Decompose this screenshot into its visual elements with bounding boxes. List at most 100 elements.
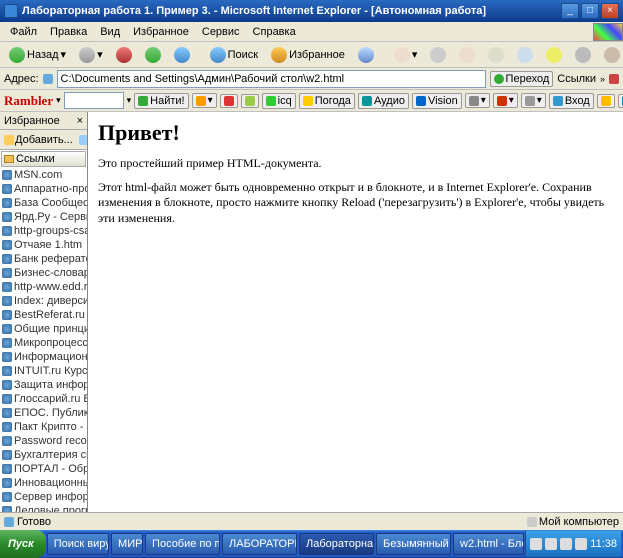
sidebar-add-button[interactable]: Добавить... (2, 133, 75, 147)
rambler-logo[interactable]: Rambler (4, 93, 53, 109)
favorite-item[interactable]: Отчаяе 1.htm (0, 238, 87, 252)
favorite-item[interactable]: Микропроцессоры (0, 336, 87, 350)
tray-clock[interactable]: 11:38 (590, 538, 617, 550)
minimize-button[interactable]: _ (561, 3, 579, 19)
rambler-btn-4[interactable]: ▾ (465, 93, 490, 108)
favorites-button[interactable]: Избранное (266, 44, 350, 66)
tray-icon[interactable] (530, 538, 542, 550)
taskbar-item[interactable]: МИР (111, 533, 143, 555)
favorite-item[interactable]: База Сообщества Чай... (0, 196, 87, 210)
favorite-label: База Сообщества Чай... (14, 197, 87, 209)
search-button[interactable]: Поиск (205, 44, 263, 66)
favorite-item[interactable]: http-www.edd.ru-asp-... (0, 280, 87, 294)
print-button[interactable] (425, 44, 451, 66)
edit-button[interactable] (454, 44, 480, 66)
stop-button[interactable] (111, 44, 137, 66)
extra-button-2[interactable] (599, 44, 623, 66)
menu-help[interactable]: Справка (247, 24, 302, 40)
menu-tools[interactable]: Сервис (196, 24, 246, 40)
window-titlebar: Лабораторная работа 1. Пример 3. - Micro… (0, 0, 623, 22)
favorite-item[interactable]: Пакт Крипто - ЗАЩИТА... (0, 420, 87, 434)
favorite-item[interactable]: Сервер информационн... (0, 490, 87, 504)
sidebar-sort-button[interactable]: Упоря (77, 133, 88, 147)
mail-button[interactable]: ▾ (389, 44, 423, 66)
rambler-btn-6[interactable]: ▾ (521, 93, 546, 108)
tray-icon[interactable] (575, 538, 587, 550)
address-input[interactable] (57, 70, 486, 88)
rambler-btn-8[interactable] (618, 94, 623, 108)
favorite-item[interactable]: Глоссарий.ru Веб-сайты (0, 392, 87, 406)
rambler-vision-button[interactable]: Vision (412, 93, 462, 109)
rambler-audio-button[interactable]: Аудио (358, 93, 409, 109)
favorite-icon (2, 212, 12, 222)
favorite-item[interactable]: BestReferat.ru - Банк р... (0, 308, 87, 322)
favorite-item[interactable]: ПОРТАЛ - Образовател... (0, 462, 87, 476)
favorite-item[interactable]: Деловые программы. Б... (0, 504, 87, 512)
tray-icon[interactable] (545, 538, 557, 550)
rambler-search-input[interactable] (64, 92, 124, 109)
favorite-item[interactable]: Ярд.Ру - Сервис бесп... (0, 210, 87, 224)
favorite-item[interactable]: Информационные сист... (0, 350, 87, 364)
rambler-toolbar: Rambler ▾ ▾ Найти! ▾ icq Погода Аудио Vi… (0, 90, 623, 112)
favorite-label: Бухгалтерия скачать... (14, 449, 87, 461)
home-button[interactable] (169, 44, 195, 66)
rambler-weather-button[interactable]: Погода (299, 93, 355, 109)
favorite-icon (2, 170, 12, 180)
favorite-item[interactable]: Бизнес-словари (0, 266, 87, 280)
addon-icon[interactable] (609, 74, 619, 84)
favorite-item[interactable]: Банк рефератов (0, 252, 87, 266)
history-button[interactable] (353, 44, 379, 66)
favorite-label: Информационные сист... (14, 351, 87, 363)
menu-view[interactable]: Вид (94, 24, 126, 40)
favorite-item[interactable]: Аппаратно-программн... (0, 182, 87, 196)
favorite-item[interactable]: MSN.com (0, 168, 87, 182)
favorite-item[interactable]: Общие принципы орга... (0, 322, 87, 336)
back-button[interactable]: Назад ▾ (4, 44, 71, 66)
tray-icon[interactable] (560, 538, 572, 550)
favorite-item[interactable]: Инновационные техн... (0, 476, 87, 490)
favorite-item[interactable]: Password recovery tool... (0, 434, 87, 448)
taskbar-item[interactable]: ЛАБОРАТОРНАЯ РАБ... (222, 533, 297, 555)
rambler-btn-1[interactable]: ▾ (192, 93, 217, 108)
favorite-item[interactable]: ЕПОС. Публикации.Ин... (0, 406, 87, 420)
rambler-btn-5[interactable]: ▾ (493, 93, 518, 108)
taskbar-item[interactable]: w2.html - Блокнот (453, 533, 524, 555)
favorite-label: Index: диверсион-ное... (14, 295, 87, 307)
favorite-item[interactable]: Index: диверсион-ное... (0, 294, 87, 308)
forward-button[interactable]: ▾ (74, 44, 108, 66)
favorite-item[interactable]: Бухгалтерия скачать... (0, 448, 87, 462)
taskbar-item[interactable]: Пособие по проектир... (145, 533, 220, 555)
start-button[interactable]: Пуск (0, 530, 46, 558)
discuss-button[interactable] (483, 44, 509, 66)
favorite-item[interactable]: Защита информации... (0, 378, 87, 392)
maximize-button[interactable]: □ (581, 3, 599, 19)
rambler-login-button[interactable]: Вход (549, 93, 594, 109)
menu-file[interactable]: Файл (4, 24, 43, 40)
extra-button-1[interactable] (570, 44, 596, 66)
close-button[interactable]: × (601, 3, 619, 19)
favorite-label: Отчаяе 1.htm (14, 239, 82, 251)
rambler-icq-button[interactable]: icq (262, 93, 296, 109)
rambler-btn-3[interactable] (241, 94, 259, 108)
favorite-label: MSN.com (14, 169, 62, 181)
rambler-find-button[interactable]: Найти! (134, 93, 188, 109)
sidebar-close-button[interactable]: × (77, 115, 83, 127)
research-button[interactable] (512, 44, 538, 66)
favorite-icon (2, 226, 12, 236)
favorite-item[interactable]: http-groups-csail.mit.e... (0, 224, 87, 238)
refresh-button[interactable] (140, 44, 166, 66)
taskbar-item[interactable]: Безымянный - Paint (376, 533, 451, 555)
go-button[interactable]: Переход (490, 71, 554, 87)
messenger-button[interactable] (541, 44, 567, 66)
rambler-btn-2[interactable] (220, 94, 238, 108)
taskbar-item[interactable]: Лабораторная раб... (299, 533, 374, 555)
favorite-label: Сервер информационн... (14, 491, 87, 503)
favorite-item[interactable]: INTUIT.ru Курс Опера... (0, 364, 87, 378)
favorite-icon (2, 282, 12, 292)
menu-edit[interactable]: Правка (44, 24, 93, 40)
menu-favorites[interactable]: Избранное (127, 24, 195, 40)
links-label[interactable]: Ссылки (557, 73, 596, 85)
sidebar-folder-links[interactable]: Ссылки (1, 151, 86, 167)
taskbar-item[interactable]: Поиск вирусов (47, 533, 109, 555)
rambler-btn-7[interactable] (597, 94, 615, 108)
